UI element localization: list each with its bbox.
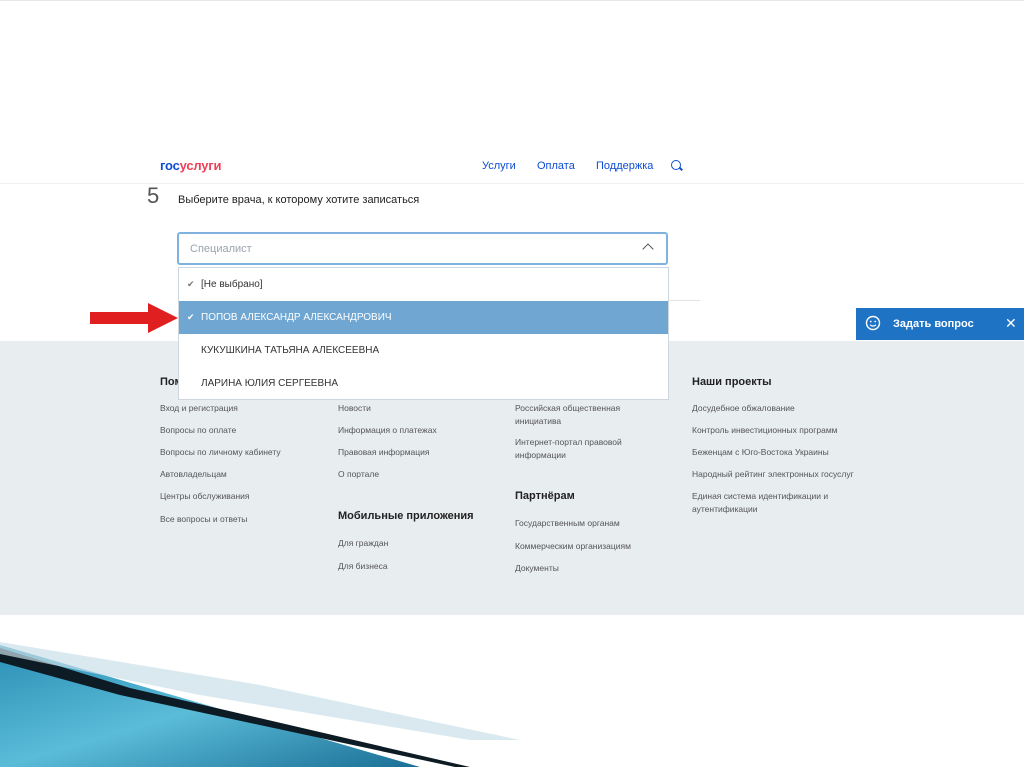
option-label: ЛАРИНА ЮЛИЯ СЕРГЕЕВНА xyxy=(201,378,339,389)
slide-decoration xyxy=(0,642,520,767)
option-label: ПОПОВ АЛЕКСАНДР АЛЕКСАНДРОВИЧ xyxy=(201,312,392,323)
search-icon[interactable] xyxy=(671,160,681,170)
footer-link[interactable]: Автовладельцам xyxy=(160,468,227,481)
ask-question-label: Задать вопрос xyxy=(893,318,974,330)
footer-link[interactable]: Информация о платежах xyxy=(338,424,437,437)
footer-link[interactable]: Интернет-портал правовой xyxy=(515,436,622,449)
option-popov[interactable]: ✔ ПОПОВ АЛЕКСАНДР АЛЕКСАНДРОВИЧ xyxy=(179,301,668,334)
chevron-up-icon xyxy=(642,243,654,255)
ask-question-widget[interactable]: Задать вопрос ✕ xyxy=(856,308,1024,340)
slide-top-border xyxy=(0,0,1024,1)
footer-link[interactable]: Досудебное обжалование xyxy=(692,402,795,415)
footer-heading-mobile: Мобильные приложения xyxy=(338,510,474,522)
footer-link[interactable]: Государственным органам xyxy=(515,517,620,530)
footer-link[interactable]: аутентификации xyxy=(692,503,757,516)
nav-services[interactable]: Услуги xyxy=(482,160,516,172)
red-arrow-annotation xyxy=(90,303,178,333)
footer-link[interactable]: Для граждан xyxy=(338,537,388,550)
option-label: [Не выбрано] xyxy=(201,279,263,290)
close-icon[interactable]: ✕ xyxy=(1005,315,1017,332)
footer-link[interactable]: Все вопросы и ответы xyxy=(160,513,247,526)
footer-link[interactable]: Вопросы по оплате xyxy=(160,424,236,437)
footer-link[interactable]: Для бизнеса xyxy=(338,560,388,573)
footer-link[interactable]: инициатива xyxy=(515,415,561,428)
footer-link[interactable]: Коммерческим организациям xyxy=(515,540,631,553)
specialist-select[interactable]: Специалист xyxy=(177,232,668,265)
footer-link[interactable]: Единая система идентификации и xyxy=(692,490,828,503)
option-larina[interactable]: ЛАРИНА ЮЛИЯ СЕРГЕЕВНА xyxy=(179,367,668,400)
option-kukushkina[interactable]: КУКУШКИНА ТАТЬЯНА АЛЕКСЕЕВНА xyxy=(179,334,668,367)
footer-link[interactable]: Центры обслуживания xyxy=(160,490,249,503)
footer-link[interactable]: О портале xyxy=(338,468,379,481)
step-number: 5 xyxy=(147,183,160,208)
footer-link[interactable]: Беженцам с Юго-Востока Украины xyxy=(692,446,829,459)
footer-link[interactable]: Вопросы по личному кабинету xyxy=(160,446,281,459)
step-title: Выберите врача, к которому хотите записа… xyxy=(178,194,420,206)
footer-link[interactable]: Народный рейтинг электронных госуслуг xyxy=(692,468,854,481)
footer-link[interactable]: Вход и регистрация xyxy=(160,402,238,415)
check-icon: ✔ xyxy=(187,279,195,289)
footer-link[interactable]: информации xyxy=(515,449,566,462)
nav-payment[interactable]: Оплата xyxy=(537,160,575,172)
footer-link[interactable]: Контроль инвестиционных программ xyxy=(692,424,838,437)
nav-support[interactable]: Поддержка xyxy=(596,160,653,172)
select-placeholder: Специалист xyxy=(190,243,252,255)
footer-link[interactable]: Новости xyxy=(338,402,371,415)
option-label: КУКУШКИНА ТАТЬЯНА АЛЕКСЕЕВНА xyxy=(201,345,380,356)
option-not-selected[interactable]: ✔ [Не выбрано] xyxy=(179,268,668,301)
footer-link[interactable]: Документы xyxy=(515,562,559,575)
support-face-icon xyxy=(865,315,881,331)
footer-link[interactable]: Российская общественная xyxy=(515,402,620,415)
gosuslugi-logo[interactable]: госуслуги xyxy=(160,158,222,173)
check-icon: ✔ xyxy=(187,312,195,322)
footer-heading-projects: Наши проекты xyxy=(692,376,772,388)
footer-heading-partners: Партнёрам xyxy=(515,490,575,502)
footer-link[interactable]: Правовая информация xyxy=(338,446,430,459)
site-header: госуслуги Услуги Оплата Поддержка xyxy=(0,145,1024,184)
specialist-dropdown: ✔ [Не выбрано] ✔ ПОПОВ АЛЕКСАНДР АЛЕКСАН… xyxy=(178,267,669,400)
